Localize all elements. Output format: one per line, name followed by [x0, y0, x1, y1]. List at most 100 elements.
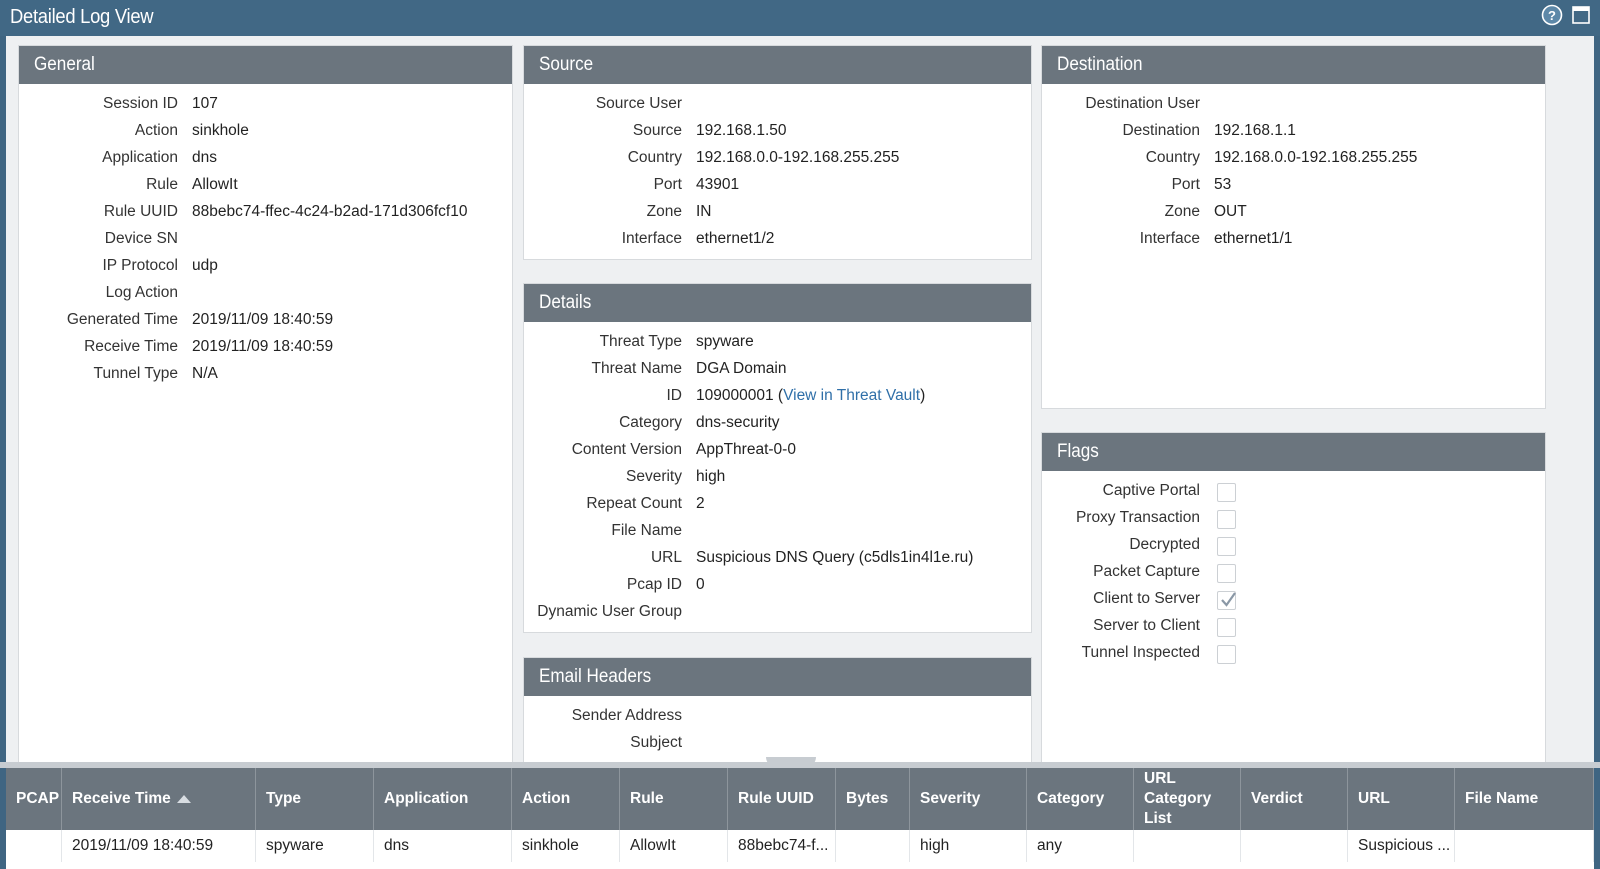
field-label-receive-time: Receive Time: [84, 338, 178, 355]
flag-label: Decrypted: [1129, 536, 1200, 553]
column-header-pcap[interactable]: PCAP: [6, 768, 62, 830]
field-label-session-id: Session ID: [103, 95, 178, 112]
field-label-subject: Subject: [630, 734, 682, 751]
field-label-file-name: File Name: [611, 522, 682, 539]
flag-label: Proxy Transaction: [1075, 509, 1200, 526]
flags-panel: Flags Captive Portal Proxy Transaction Dec…: [1041, 432, 1546, 763]
field-label-threat-name: Threat Name: [591, 360, 682, 377]
flag-checkbox-tunnel-inspected[interactable]: [1217, 645, 1236, 664]
flag-checkbox-client-to-server[interactable]: [1217, 591, 1236, 610]
source-panel-header: Source: [524, 46, 1031, 84]
flag-checkbox-decrypted[interactable]: [1217, 537, 1236, 556]
column-header-type[interactable]: Type: [256, 768, 374, 830]
table-row[interactable]: 2019/11/09 18:40:59 spyware dns sinkhole All…: [6, 830, 1594, 862]
flag-decrypted: Decrypted: [1042, 535, 1200, 562]
general-panel: General Session ID 107 Action sinkhole Appli…: [18, 45, 513, 763]
cell-action: sinkhole: [512, 830, 620, 862]
field-label-destination-user: Destination User: [1085, 95, 1200, 112]
checkmark-icon: [1221, 592, 1236, 607]
column-header-verdict[interactable]: Verdict: [1241, 768, 1348, 830]
flag-client-to-server: Client to Server: [1042, 589, 1200, 616]
flag-captive-portal: Captive Portal: [1042, 481, 1200, 508]
field-label-country: Country: [627, 149, 682, 166]
field-label-generated-time: Generated Time: [66, 311, 178, 328]
flag-label: Captive Portal: [1102, 482, 1200, 499]
details-field-content-version: Content Version: [524, 440, 682, 467]
details-field-pcap-id: Pcap ID: [524, 575, 682, 602]
column-header-receive-time[interactable]: Receive Time: [62, 768, 256, 830]
help-icon[interactable]: ?: [1541, 4, 1563, 26]
source-field-interface: Interface: [524, 229, 682, 256]
collapse-handle[interactable]: [766, 757, 816, 767]
details-field-severity: Severity: [524, 467, 682, 494]
general-field-action: Action: [19, 121, 178, 148]
field-label-id: ID: [666, 387, 683, 404]
flag-checkbox-captive-portal[interactable]: [1217, 483, 1236, 502]
source-panel: Source Source User Source 192.168.1.50 Coun…: [523, 45, 1032, 260]
general-field-receive-time: Receive Time: [19, 337, 178, 364]
window-titlebar: Detailed Log View ?: [0, 0, 1600, 36]
source-field-port: Port: [524, 175, 682, 202]
destination-field-destination-user: Destination User: [1042, 94, 1200, 121]
window-title: Detailed Log View: [10, 6, 154, 28]
details-field-file-name: File Name: [524, 521, 682, 548]
flag-tunnel-inspected: Tunnel Inspected: [1042, 643, 1200, 670]
email_headers-field-subject: Subject: [524, 733, 682, 760]
field-label-rule: Rule: [146, 176, 178, 193]
general-field-rule-uuid: Rule UUID: [19, 202, 178, 229]
details-field-repeat-count: Repeat Count: [524, 494, 682, 521]
field-label-interface: Interface: [1139, 230, 1200, 247]
field-label-action: Action: [134, 122, 178, 139]
column-header-severity[interactable]: Severity: [910, 768, 1027, 830]
general-field-generated-time: Generated Time: [19, 310, 178, 337]
flag-checkbox-server-to-client[interactable]: [1217, 618, 1236, 637]
column-header-rule[interactable]: Rule: [620, 768, 728, 830]
field-label-country: Country: [1145, 149, 1200, 166]
field-label-destination: Destination: [1122, 122, 1200, 139]
column-header-category[interactable]: Category: [1027, 768, 1134, 830]
column-header-application[interactable]: Application: [374, 768, 512, 830]
general-field-session-id: Session ID: [19, 94, 178, 121]
column-header-bytes[interactable]: Bytes: [836, 768, 910, 830]
log-table: PCAP Receive Time Type Application Action Rul…: [6, 768, 1594, 869]
column-header-rule-uuid[interactable]: Rule UUID: [728, 768, 836, 830]
column-header-url-category-list[interactable]: URL Category List: [1134, 768, 1241, 830]
field-label-threat-type: Threat Type: [599, 333, 682, 350]
cell-severity: high: [910, 830, 1027, 862]
flag-checkbox-proxy-transaction[interactable]: [1217, 510, 1236, 529]
cell-url: Suspicious ...: [1348, 830, 1455, 862]
field-label-ip-protocol: IP Protocol: [102, 257, 178, 274]
cell-url-category-list: [1134, 830, 1241, 862]
source-field-source: Source: [524, 121, 682, 148]
cell-pcap: [6, 830, 62, 862]
details-field-category: Category: [524, 413, 682, 440]
log-table-header: PCAP Receive Time Type Application Action Rul…: [6, 768, 1594, 830]
cell-receive-time: 2019/11/09 18:40:59: [62, 830, 256, 862]
column-header-action[interactable]: Action: [512, 768, 620, 830]
flag-checkbox-packet-capture[interactable]: [1217, 564, 1236, 583]
source-field-source-user: Source User: [524, 94, 682, 121]
field-label-source-user: Source User: [595, 95, 682, 112]
general-field-rule: Rule: [19, 175, 178, 202]
field-label-zone: Zone: [1164, 203, 1200, 220]
field-label-interface: Interface: [621, 230, 682, 247]
details-field-threat-type: Threat Type: [524, 332, 682, 359]
cell-bytes: [836, 830, 910, 862]
general-field-application: Application: [19, 148, 178, 175]
column-header-file-name[interactable]: File Name: [1455, 768, 1594, 830]
column-header-url[interactable]: URL: [1348, 768, 1455, 830]
view-in-threat-vault-link[interactable]: View in Threat Vault: [783, 387, 920, 404]
destination-panel-header: Destination: [1042, 46, 1545, 84]
flag-server-to-client: Server to Client: [1042, 616, 1200, 643]
general-field-log-action: Log Action: [19, 283, 178, 310]
destination-field-country: Country: [1042, 148, 1200, 175]
maximize-icon[interactable]: [1571, 5, 1591, 25]
destination-field-destination: Destination: [1042, 121, 1200, 148]
flag-label: Packet Capture: [1093, 563, 1200, 580]
field-label-zone: Zone: [646, 203, 682, 220]
details-field-id: ID: [524, 386, 683, 413]
field-label-port: Port: [1171, 176, 1200, 193]
general-field-device-sn: Device SN: [19, 229, 178, 256]
email_headers-field-sender-address: Sender Address: [524, 706, 682, 733]
flag-label: Client to Server: [1093, 590, 1200, 607]
